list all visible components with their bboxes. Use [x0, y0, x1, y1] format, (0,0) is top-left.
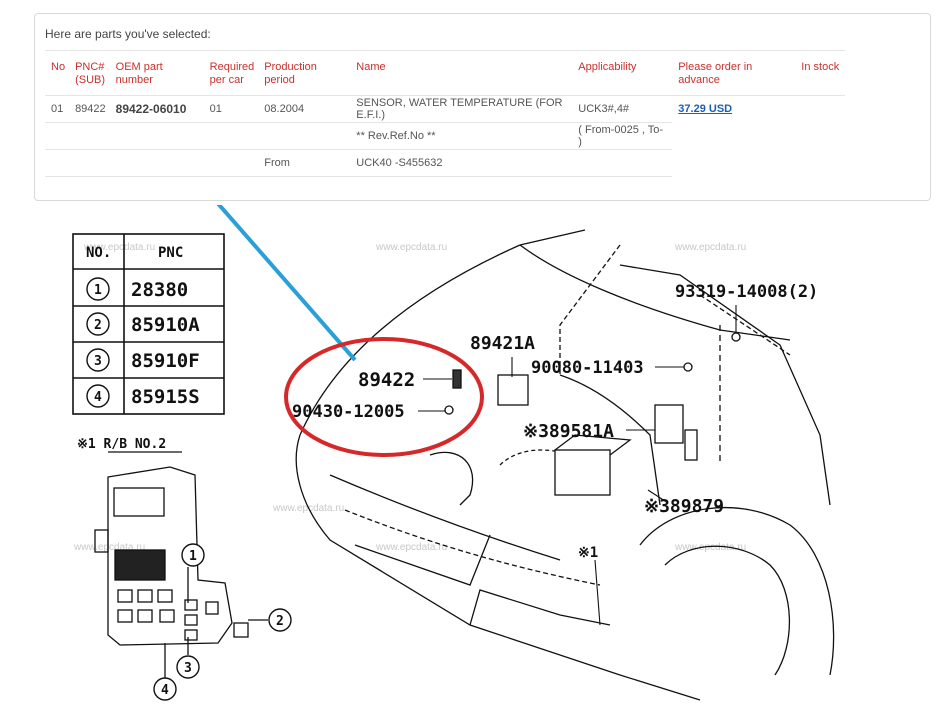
callout-90430-12005: 90430-12005: [292, 402, 405, 422]
cell-name: ** Rev.Ref.No **: [350, 122, 573, 150]
callout-89422: 89422: [358, 369, 415, 391]
header-applicability: Applicability: [572, 50, 673, 96]
cell-applicability: ( From-0025 , To- ): [572, 122, 673, 150]
pnc-row-code: 28380: [131, 279, 188, 301]
callout-89421a: 89421A: [470, 333, 535, 354]
cell-production: From: [258, 149, 351, 177]
header-production: Production period: [258, 50, 351, 96]
parts-diagram: www.epcdata.ru www.epcdata.ru www.epcdat…: [0, 205, 939, 704]
watermark: www.epcdata.ru: [272, 503, 344, 514]
header-stock: In stock: [795, 50, 846, 96]
header-required: Required per car: [203, 50, 259, 96]
highlight-circle: [284, 337, 484, 457]
watermark: www.epcdata.ru: [375, 242, 447, 253]
callout-x1: ※1: [578, 545, 598, 561]
header-pnc: PNC# (SUB): [69, 50, 110, 96]
price-link[interactable]: 37.29 USD: [678, 103, 732, 115]
cell-production: 08.2004: [258, 95, 351, 123]
rb-label: ※1 R/B NO.2: [77, 437, 166, 452]
cell-required: 01: [203, 95, 259, 123]
callout-number: 1: [189, 549, 197, 564]
header-order: Please order in advance: [672, 50, 796, 96]
callout-89879: ※389879: [644, 496, 724, 517]
header-name: Name: [350, 50, 573, 96]
pnc-col-pnc: PNC: [158, 245, 183, 261]
diagram-canvas: www.epcdata.ru www.epcdata.ru www.epcdat…: [72, 205, 835, 701]
callout-number: 3: [184, 661, 192, 676]
relay-block-drawing: [94, 466, 268, 680]
pnc-row-no: 1: [94, 283, 102, 298]
cell-pnc: 89422: [69, 95, 110, 123]
callout-number: 4: [161, 683, 169, 698]
header-oem: OEM part number: [109, 50, 204, 96]
watermark: www.epcdata.ru: [375, 542, 447, 553]
panel-title: Here are parts you've selected:: [45, 27, 211, 41]
callout-93319-14008: 93319-14008(2): [675, 282, 818, 302]
callout-number: 2: [276, 614, 284, 629]
pnc-row-code: 85910F: [131, 350, 200, 372]
pnc-row-code: 85915S: [131, 386, 200, 408]
cell-name: UCK40 -S455632: [350, 149, 573, 177]
pnc-row-code: 85910A: [131, 314, 200, 336]
callout-89581a: ※389581A: [523, 421, 614, 442]
table-row: From UCK40 -S455632: [45, 149, 845, 177]
table-header-row: No PNC# (SUB) OEM part number Required p…: [45, 50, 846, 96]
header-no: No: [45, 50, 70, 96]
cell-no: 01: [45, 95, 70, 123]
watermark: www.epcdata.ru: [674, 242, 746, 253]
callout-90080-11403: 90080-11403: [531, 358, 644, 378]
pnc-row-no: 4: [94, 390, 102, 405]
cell-price: 37.29 USD: [672, 95, 796, 123]
cell-stock: [795, 95, 846, 123]
cell-applicability: UCK3#,4#: [572, 95, 673, 123]
cell-name: SENSOR, WATER TEMPERATURE (FOR E.F.I.): [350, 95, 573, 123]
table-row: 01 89422 89422-06010 01 08.2004 SENSOR, …: [45, 95, 846, 123]
cell-oem: 89422-06010: [109, 95, 204, 123]
parts-table: No PNC# (SUB) OEM part number Required p…: [45, 50, 846, 177]
pnc-col-no: NO.: [86, 245, 111, 261]
table-row: ** Rev.Ref.No ** ( From-0025 , To- ): [45, 122, 845, 150]
pnc-row-no: 3: [94, 354, 102, 369]
pnc-row-no: 2: [94, 318, 102, 333]
